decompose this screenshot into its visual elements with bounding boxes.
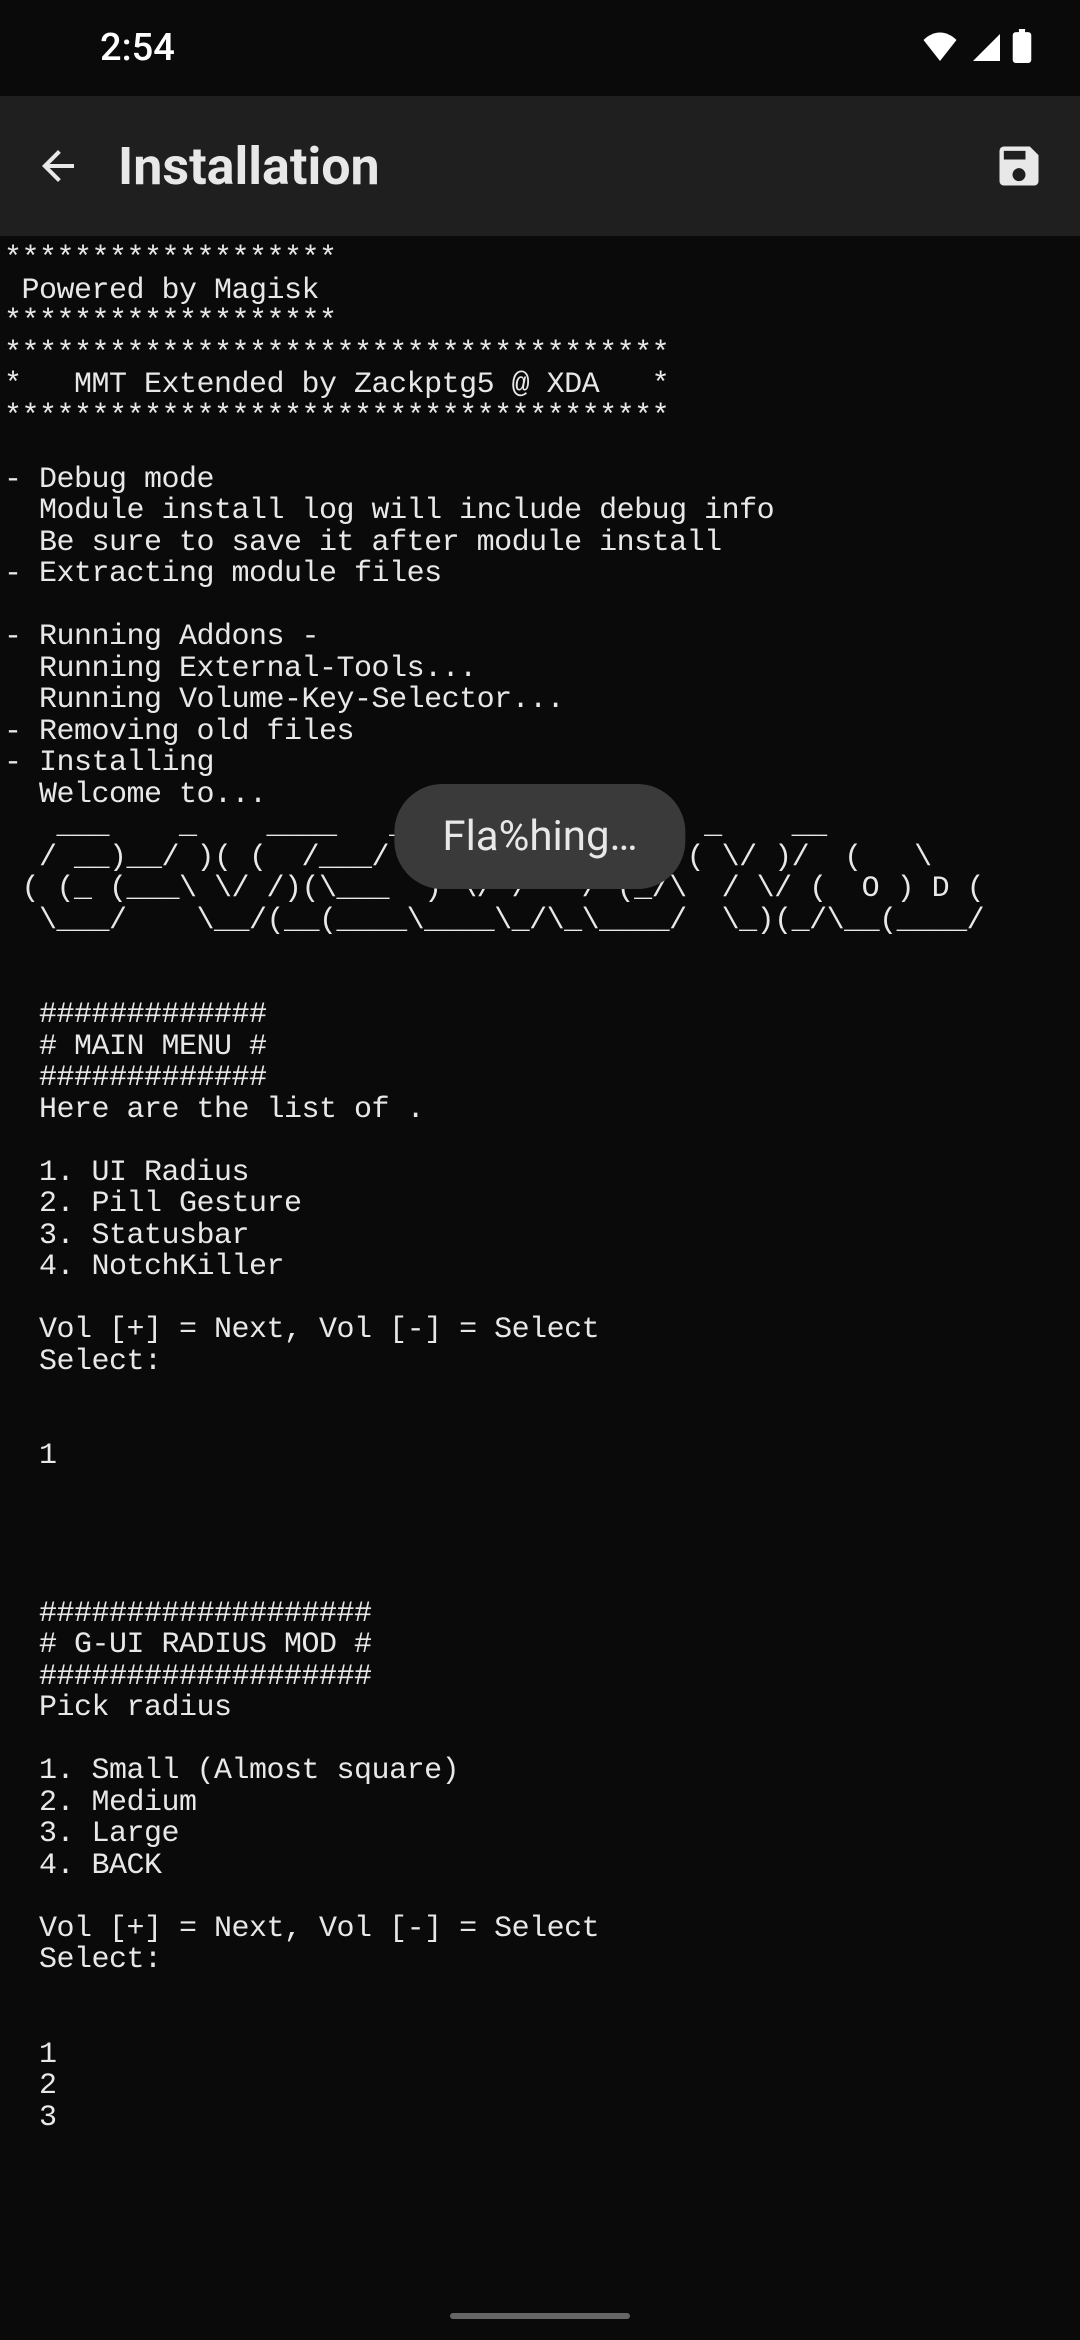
battery-icon	[1012, 29, 1032, 67]
status-icons	[922, 29, 1032, 67]
status-time: 2:54	[100, 26, 175, 70]
page-title: Installation	[118, 136, 956, 197]
wifi-icon	[922, 31, 958, 65]
toast-text: Fla%hing…	[442, 812, 637, 861]
app-bar: Installation	[0, 96, 1080, 236]
nav-bar	[0, 2292, 1080, 2340]
save-button[interactable]	[988, 135, 1050, 197]
terminal-output: ******************* Powered by Magisk **…	[0, 236, 1080, 2142]
status-bar: 2:54	[0, 0, 1080, 96]
toast-flashing: Fla%hing…	[394, 784, 685, 889]
back-button[interactable]	[30, 138, 86, 194]
nav-handle[interactable]	[450, 2313, 630, 2319]
signal-icon	[970, 31, 1000, 65]
